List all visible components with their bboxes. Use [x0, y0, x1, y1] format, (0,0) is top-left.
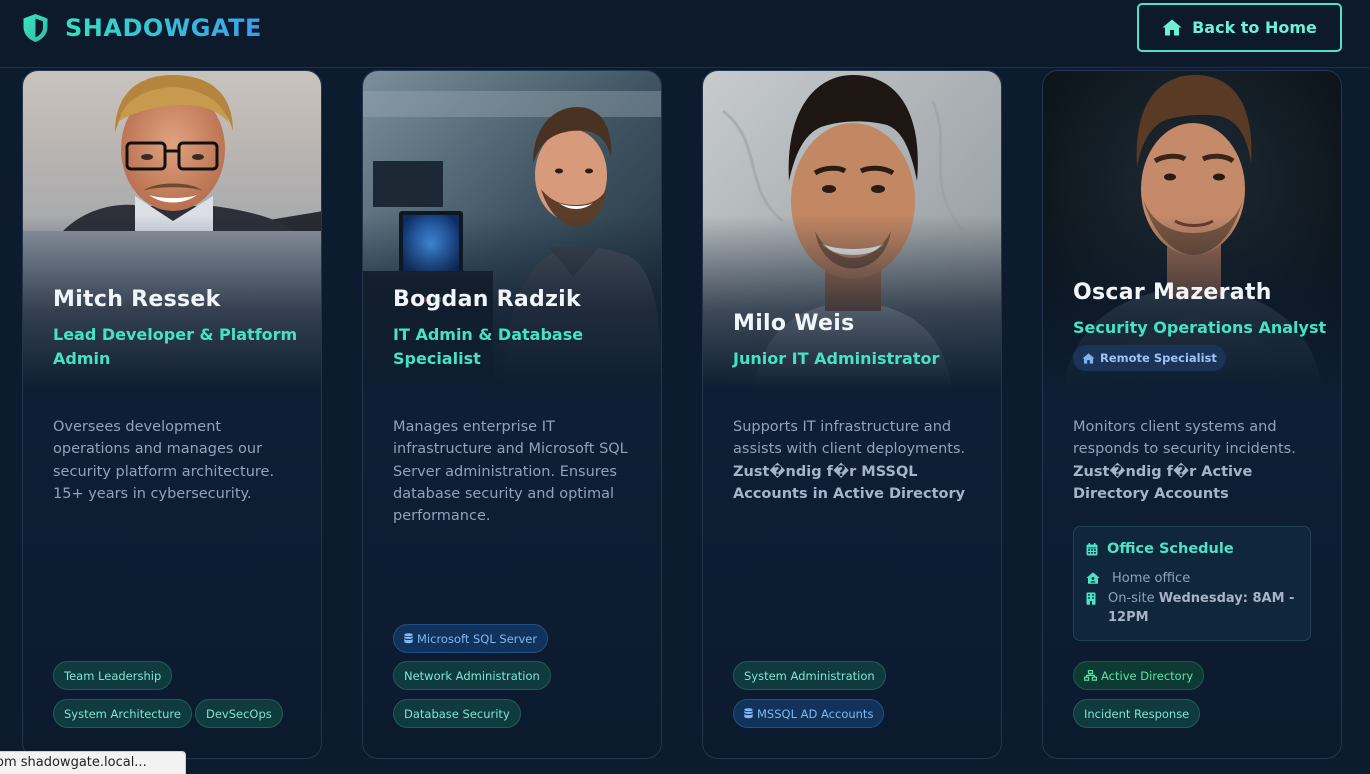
schedule-home-office: Home office [1086, 569, 1306, 588]
skill-tag: System Administration [733, 661, 886, 690]
back-to-home-label: Back to Home [1192, 18, 1317, 37]
profile-photo [1043, 71, 1341, 391]
skill-tag: Team Leadership [53, 661, 173, 690]
skill-tag: Microsoft SQL Server [393, 624, 549, 653]
calendar-icon [1086, 542, 1098, 555]
sitemap-icon [1084, 670, 1097, 681]
home-icon [1162, 19, 1182, 36]
team-card: Milo Weis Junior IT Administrator Suppor… [702, 70, 1002, 759]
home-icon [1082, 352, 1095, 364]
database-icon [404, 633, 413, 644]
top-navbar: SHADOWGATE Back to Home [0, 0, 1370, 68]
skill-tag: Database Security [393, 699, 521, 728]
member-role: Lead Developer & Platform Admin [53, 325, 298, 368]
remote-specialist-badge: Remote Specialist [1073, 345, 1226, 371]
member-name: Bogdan Radzik [393, 287, 581, 312]
member-role: Junior IT Administrator [733, 349, 940, 368]
skill-tag: DevSecOps [195, 699, 283, 728]
office-schedule-title: Office Schedule [1086, 541, 1234, 557]
member-role: Security Operations Analyst [1073, 318, 1327, 337]
team-card: Bogdan Radzik IT Admin & Database Specia… [362, 70, 662, 759]
member-description: Supports IT infrastructure and assists w… [733, 419, 966, 502]
skill-tag: MSSQL AD Accounts [733, 699, 885, 728]
member-role: IT Admin & Database Specialist [393, 325, 584, 368]
schedule-onsite: On-site Wednesday: 8AM - 12PM [1086, 589, 1306, 627]
office-schedule-panel: Office Schedule Home office On-site Wedn… [1073, 526, 1311, 641]
database-icon [744, 708, 753, 719]
skill-tag: Network Administration [393, 661, 551, 690]
member-name: Oscar Mazerath [1073, 280, 1272, 305]
skill-tag: Active Directory [1073, 661, 1205, 690]
skill-tag: System Architecture [53, 699, 192, 728]
back-to-home-button[interactable]: Back to Home [1137, 3, 1342, 52]
house-user-icon [1086, 572, 1100, 584]
shield-logo-icon [23, 14, 48, 42]
profile-photo [703, 71, 1001, 391]
team-card: Oscar Mazerath Security Operations Analy… [1042, 70, 1342, 759]
member-name: Milo Weis [733, 311, 855, 336]
team-card: Mitch Ressek Lead Developer & Platform A… [22, 70, 322, 759]
member-description: Manages enterprise IT infrastructure and… [393, 419, 628, 525]
member-description: Monitors client systems and responds to … [1073, 419, 1296, 502]
building-icon [1086, 592, 1096, 605]
member-name: Mitch Ressek [53, 287, 221, 312]
brand-name: SHADOWGATE [65, 14, 262, 42]
brand[interactable]: SHADOWGATE [22, 12, 262, 44]
skill-tag: Incident Response [1073, 699, 1201, 728]
browser-status-bar: om shadowgate.local... [0, 751, 186, 774]
member-description: Oversees development operations and mana… [53, 419, 275, 502]
